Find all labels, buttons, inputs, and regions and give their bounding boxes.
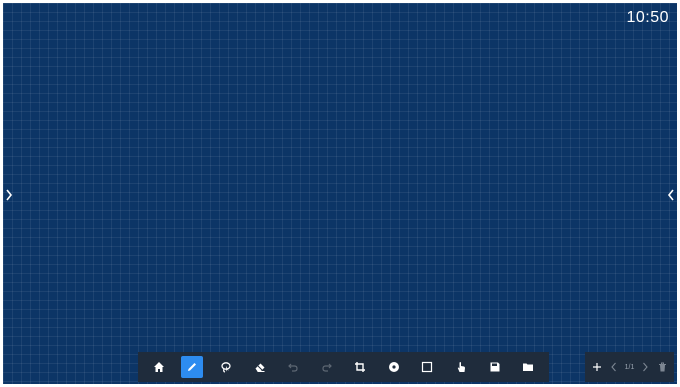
crop-icon: [355, 362, 366, 372]
bottom-toolbar: [138, 352, 549, 382]
background-color-icon: [388, 362, 399, 372]
delete-page-icon: [658, 362, 666, 372]
hand-pointer-icon: [457, 362, 465, 372]
clock: 10:50: [626, 9, 669, 26]
left-panel-toggle[interactable]: [4, 186, 14, 204]
next-page-button[interactable]: [638, 357, 652, 377]
home-button[interactable]: [148, 356, 170, 378]
chevron-right-icon: [6, 189, 13, 201]
save-button[interactable]: [484, 356, 506, 378]
square-icon: [422, 361, 433, 373]
add-page-button[interactable]: [590, 357, 604, 377]
previous-page-button[interactable]: [607, 357, 621, 377]
save-icon: [490, 362, 500, 372]
redo-icon: [322, 363, 332, 372]
open-folder-button[interactable]: [517, 356, 539, 378]
crop-button[interactable]: [349, 356, 371, 378]
lasso-select-icon: [221, 362, 231, 373]
page-controls: 1/1: [585, 352, 674, 382]
lasso-select-button[interactable]: [215, 356, 237, 378]
page-indicator: 1/1: [624, 363, 635, 371]
right-panel-toggle[interactable]: [666, 186, 676, 204]
eraser-icon: [255, 363, 265, 372]
folder-icon: [523, 363, 534, 371]
chevron-left-icon: [667, 189, 674, 201]
pen-icon: [188, 363, 197, 371]
delete-page-button[interactable]: [655, 357, 669, 377]
shape-button[interactable]: [416, 356, 438, 378]
hand-pointer-button[interactable]: [450, 356, 472, 378]
undo-button[interactable]: [282, 356, 304, 378]
undo-icon: [288, 363, 298, 372]
background-color-button[interactable]: [383, 356, 405, 378]
previous-page-icon: [611, 362, 617, 372]
redo-button[interactable]: [316, 356, 338, 378]
next-page-icon: [642, 362, 648, 372]
eraser-button[interactable]: [249, 356, 271, 378]
add-page-icon: [592, 363, 601, 371]
whiteboard-canvas[interactable]: 10:50: [3, 3, 677, 384]
pen-button[interactable]: [181, 356, 204, 378]
home-icon: [153, 362, 164, 372]
